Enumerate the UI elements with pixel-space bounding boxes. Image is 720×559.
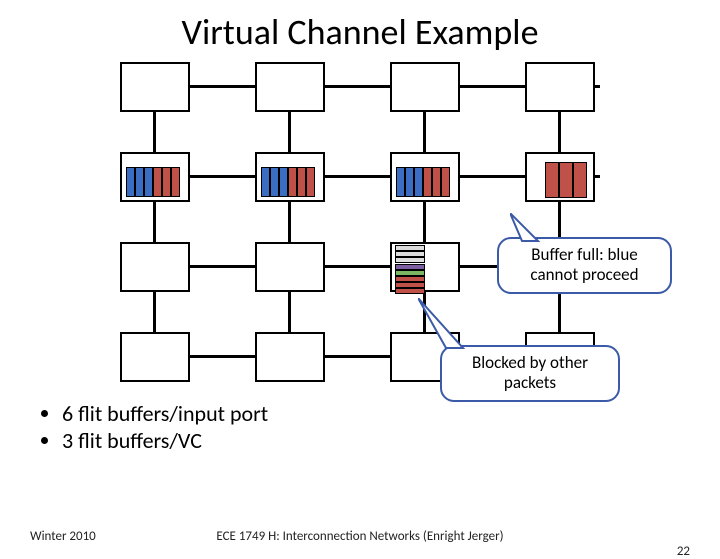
- router-node: [120, 242, 190, 292]
- bullet-item: 6 flit buffers/input port: [62, 400, 720, 427]
- callout-buffer-full: Buffer full: blue cannot proceed: [497, 237, 672, 294]
- flit-buffer: [126, 167, 180, 197]
- router-node: [255, 242, 325, 292]
- flit-buffer: [395, 245, 425, 263]
- flit-buffer: [396, 167, 450, 197]
- router-node: [255, 332, 325, 382]
- callout-tail: [418, 298, 478, 352]
- callout-tail: [510, 213, 550, 243]
- flit-buffer: [395, 264, 425, 294]
- flit-buffer: [261, 167, 315, 197]
- footer-left: Winter 2010: [30, 529, 96, 544]
- router-node: [120, 62, 190, 112]
- footer-center: ECE 1749 H: Interconnection Networks (En…: [0, 529, 720, 544]
- flit-buffer: [545, 162, 587, 198]
- router-node: [255, 62, 325, 112]
- page-title: Virtual Channel Example: [0, 10, 720, 54]
- bullet-list: 6 flit buffers/input port 3 flit buffers…: [40, 400, 720, 454]
- callout-blocked: Blocked by other packets: [440, 345, 620, 402]
- footer-right: 22: [677, 544, 690, 559]
- router-node: [120, 332, 190, 382]
- router-node: [525, 62, 595, 112]
- footer: Winter 2010 ECE 1749 H: Interconnection …: [0, 529, 720, 544]
- bullet-item: 3 flit buffers/VC: [62, 427, 720, 454]
- router-node: [390, 62, 460, 112]
